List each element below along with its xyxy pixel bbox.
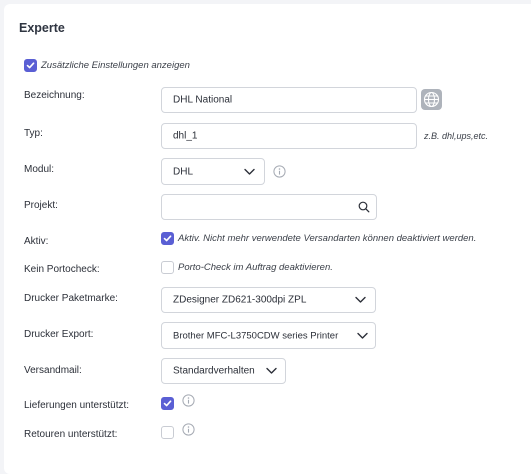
drucker-paketmarke-select[interactable]: ZDesigner ZD621-300dpi ZPL bbox=[161, 287, 376, 313]
typ-label: Typ: bbox=[24, 128, 43, 139]
retouren-label: Retouren unterstützt: bbox=[24, 429, 118, 440]
drucker-export-select[interactable]: Brother MFC-L3750CDW series Printer bbox=[161, 322, 376, 349]
aktiv-label: Aktiv: bbox=[24, 236, 49, 247]
bezeichnung-value: DHL National bbox=[173, 94, 233, 106]
chevron-down-icon bbox=[244, 168, 255, 175]
drucker-export-label: Drucker Export: bbox=[24, 329, 94, 340]
bezeichnung-input[interactable]: DHL National bbox=[161, 87, 417, 113]
modul-label: Modul: bbox=[24, 164, 55, 175]
chevron-down-icon bbox=[266, 367, 277, 374]
versandmail-selected: Standardverhalten bbox=[173, 365, 255, 377]
search-icon[interactable] bbox=[358, 201, 370, 213]
expert-settings-card: Experte Zusätzliche Einstellungen anzeig… bbox=[4, 4, 531, 474]
lieferungen-label: Lieferungen unterstützt: bbox=[24, 400, 130, 411]
info-icon[interactable] bbox=[273, 165, 286, 178]
check-icon bbox=[26, 62, 35, 69]
typ-hint: z.B. dhl,ups,etc. bbox=[424, 131, 489, 141]
aktiv-checkbox[interactable] bbox=[161, 232, 174, 245]
globe-icon bbox=[423, 91, 440, 108]
show-additional-label: Zusätzliche Einstellungen anzeigen bbox=[41, 60, 190, 71]
kein-portocheck-label: Kein Portocheck: bbox=[24, 264, 100, 275]
projekt-label: Projekt: bbox=[24, 200, 58, 211]
drucker-paketmarke-label: Drucker Paketmarke: bbox=[24, 293, 118, 304]
translate-button[interactable] bbox=[421, 89, 442, 110]
versandmail-label: Versandmail: bbox=[24, 365, 82, 376]
drucker-export-selected: Brother MFC-L3750CDW series Printer bbox=[173, 330, 339, 341]
drucker-paketmarke-selected: ZDesigner ZD621-300dpi ZPL bbox=[173, 294, 307, 306]
chevron-down-icon bbox=[355, 296, 366, 303]
info-icon[interactable] bbox=[182, 423, 195, 436]
bezeichnung-label: Bezeichnung: bbox=[24, 90, 85, 101]
chevron-down-icon bbox=[357, 332, 368, 339]
lieferungen-checkbox[interactable] bbox=[161, 397, 174, 410]
versandmail-select[interactable]: Standardverhalten bbox=[161, 358, 286, 384]
modul-selected: DHL bbox=[173, 166, 194, 177]
show-additional-checkbox[interactable] bbox=[24, 59, 37, 72]
info-icon[interactable] bbox=[182, 394, 195, 407]
kein-portocheck-checkbox[interactable] bbox=[161, 261, 174, 274]
retouren-checkbox[interactable] bbox=[161, 426, 174, 439]
typ-value: dhl_1 bbox=[173, 130, 198, 142]
modul-select[interactable]: DHL bbox=[161, 158, 265, 185]
typ-input[interactable]: dhl_1 bbox=[161, 123, 417, 149]
check-icon bbox=[163, 400, 172, 407]
check-icon bbox=[163, 235, 172, 242]
section-title: Experte bbox=[19, 21, 65, 35]
projekt-input[interactable] bbox=[161, 194, 377, 220]
aktiv-description: Aktiv. Nicht mehr verwendete Versandarte… bbox=[178, 233, 477, 244]
kein-portocheck-description: Porto-Check im Auftrag deaktivieren. bbox=[178, 262, 333, 273]
